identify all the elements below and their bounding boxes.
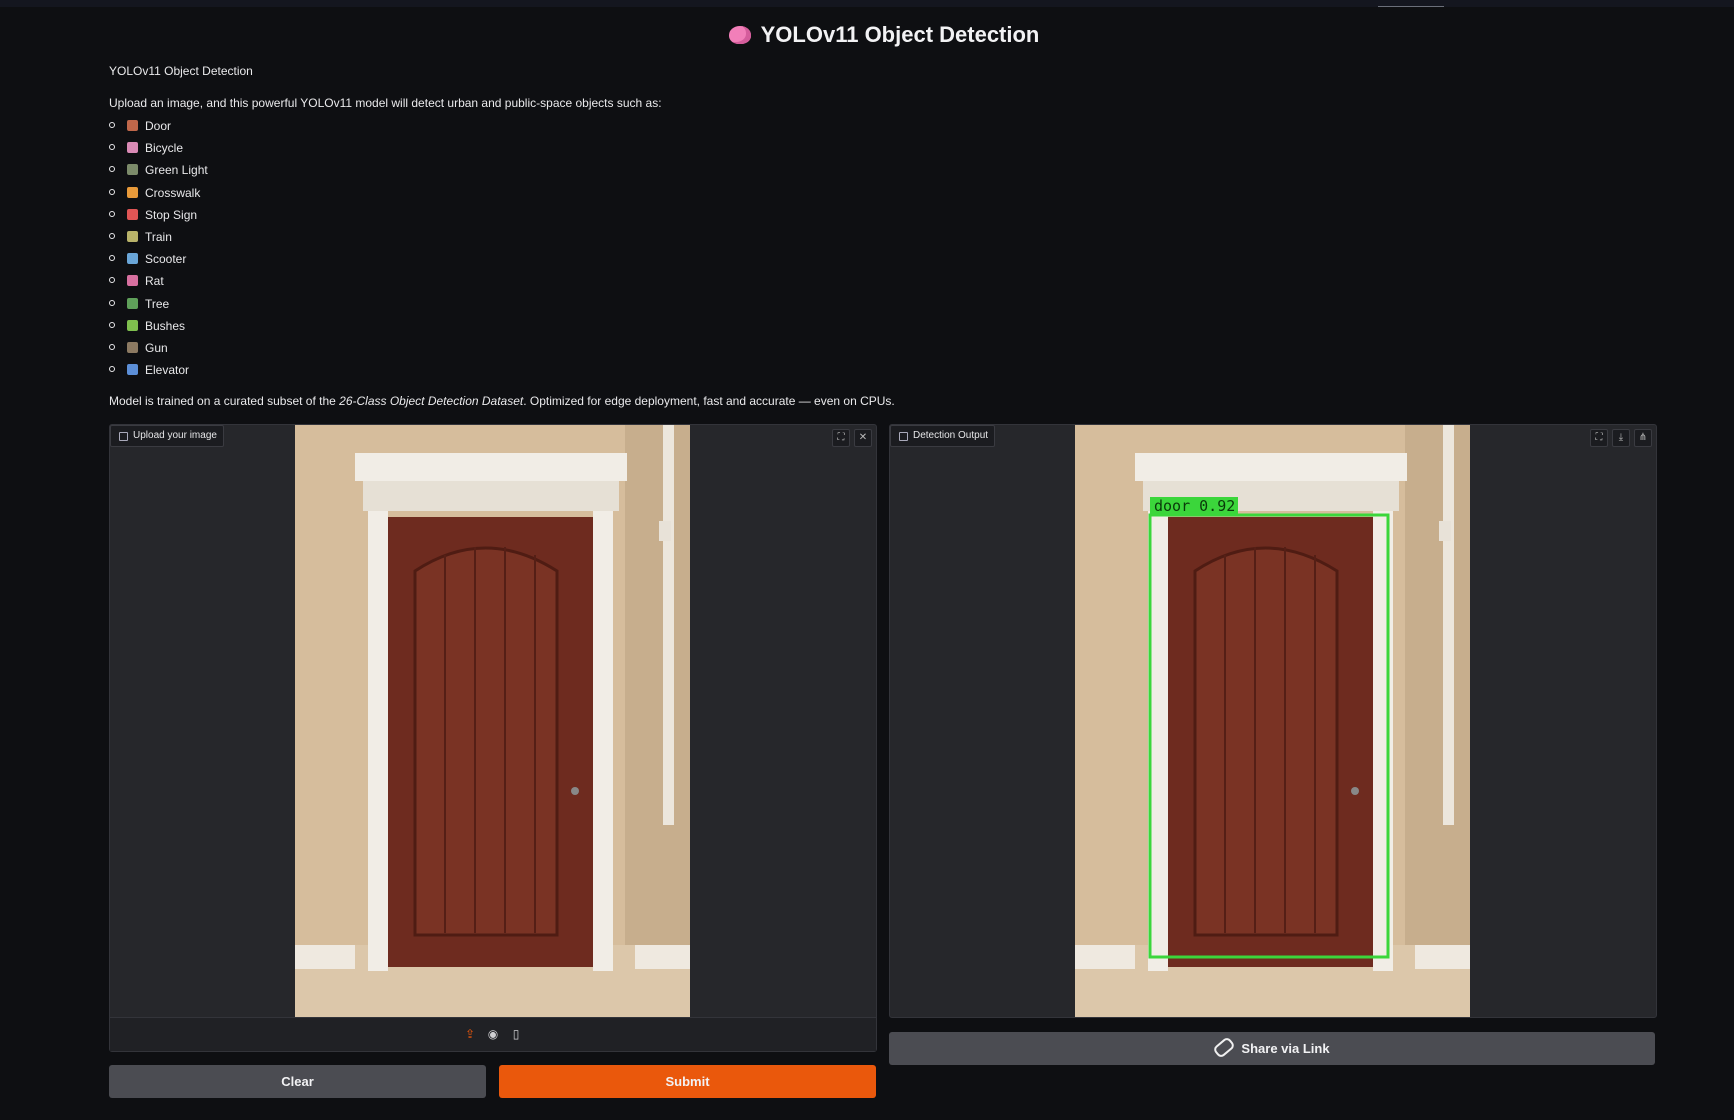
bullet-icon	[109, 166, 115, 173]
class-label: Bicycle	[145, 141, 184, 156]
gun-icon	[127, 341, 138, 353]
class-label: Crosswalk	[145, 185, 201, 200]
model-footnote: Model is trained on a curated subset of …	[109, 394, 895, 408]
class-label: Train	[145, 229, 172, 244]
class-label: Door	[145, 119, 172, 133]
class-item-scooter: Scooter	[109, 251, 208, 273]
class-label: Elevator	[145, 363, 190, 378]
traffic-light-icon	[127, 164, 138, 176]
door-icon	[127, 120, 138, 131]
class-item-door: Door	[109, 118, 208, 140]
output-image: door 0.92	[1075, 425, 1470, 1017]
bullet-icon	[109, 277, 115, 284]
download-icon[interactable]: ⤓	[1612, 429, 1630, 447]
class-label: Rat	[145, 274, 164, 289]
tree-icon	[127, 297, 138, 309]
class-item-bushes: Bushes	[109, 318, 208, 340]
output-panel-tools: ⛶ ⤓ ⋔	[1590, 429, 1652, 447]
bush-icon	[127, 319, 138, 331]
bicycle-icon	[127, 142, 138, 154]
image-icon	[119, 431, 128, 441]
class-label: Tree	[145, 296, 170, 311]
image-input-panel[interactable]: Upload your image ⛶ ✕ ⇪ ◉ ▯	[109, 424, 877, 1052]
close-icon[interactable]: ✕	[854, 429, 872, 447]
image-icon	[899, 431, 908, 441]
bullet-icon	[109, 255, 115, 262]
input-panel-label: Upload your image	[110, 425, 224, 447]
input-panel-tools: ⛶ ✕	[832, 429, 872, 447]
detection-output-panel: door 0.92 Detection Output ⛶ ⤓ ⋔	[889, 424, 1657, 1018]
bullet-icon	[109, 343, 115, 350]
output-panel-label: Detection Output	[890, 425, 996, 447]
link-icon	[1212, 1036, 1237, 1059]
top-bar	[0, 0, 1734, 7]
submit-button[interactable]: Submit	[499, 1065, 876, 1098]
bullet-icon	[109, 321, 115, 328]
input-source-bar: ⇪ ◉ ▯	[110, 1017, 876, 1051]
bullet-icon	[109, 210, 115, 217]
train-icon	[127, 230, 138, 242]
class-label: Scooter	[145, 252, 187, 267]
class-label: Stop Sign	[145, 207, 198, 222]
bullet-icon	[109, 232, 115, 239]
bullet-icon	[109, 144, 115, 151]
class-item-stop-sign: Stop Sign	[109, 207, 208, 229]
bullet-icon	[109, 122, 115, 128]
webcam-icon[interactable]: ◉	[487, 1028, 500, 1041]
share-via-link-button[interactable]: Share via Link	[889, 1032, 1655, 1065]
class-item-green-light: Green Light	[109, 162, 208, 184]
class-item-crosswalk: Crosswalk	[109, 185, 208, 207]
class-item-tree: Tree	[109, 296, 208, 318]
scooter-icon	[127, 253, 138, 265]
class-item-rat: Rat	[109, 273, 208, 295]
detection-label: door 0.92	[1154, 497, 1235, 515]
app-subtitle: YOLOv11 Object Detection	[109, 64, 253, 78]
class-label: Bushes	[145, 318, 186, 333]
elevator-icon	[127, 364, 138, 376]
bullet-icon	[109, 366, 115, 373]
crosswalk-icon	[127, 186, 138, 198]
app-intro: Upload an image, and this powerful YOLOv…	[109, 96, 662, 110]
stop-sign-icon	[127, 208, 138, 220]
rat-icon	[127, 275, 138, 287]
fullscreen-icon[interactable]: ⛶	[1590, 429, 1608, 447]
share-icon[interactable]: ⋔	[1634, 429, 1652, 447]
class-label: Green Light	[145, 163, 208, 178]
class-label: Gun	[145, 340, 168, 355]
fullscreen-icon[interactable]: ⛶	[832, 429, 850, 447]
door-photo-annotated: door 0.92	[1075, 425, 1470, 1017]
class-item-bicycle: Bicycle	[109, 140, 208, 162]
top-tab-indicator[interactable]	[1378, 0, 1444, 7]
clipboard-icon[interactable]: ▯	[510, 1028, 523, 1041]
dataset-name: 26-Class Object Detection Dataset	[339, 394, 524, 408]
page-title: YOLOv11 Object Detection	[0, 22, 1734, 48]
input-image	[295, 425, 690, 1017]
class-item-gun: Gun	[109, 340, 208, 362]
bullet-icon	[109, 188, 115, 195]
upload-icon[interactable]: ⇪	[464, 1028, 477, 1041]
door-photo	[295, 425, 690, 1017]
class-item-train: Train	[109, 229, 208, 251]
clear-button[interactable]: Clear	[109, 1065, 486, 1098]
brain-icon	[728, 26, 751, 44]
class-item-elevator: Elevator	[109, 362, 208, 384]
class-list: Door Bicycle Green Light Crosswalk Stop Sign…	[109, 118, 208, 384]
bullet-icon	[109, 299, 115, 306]
